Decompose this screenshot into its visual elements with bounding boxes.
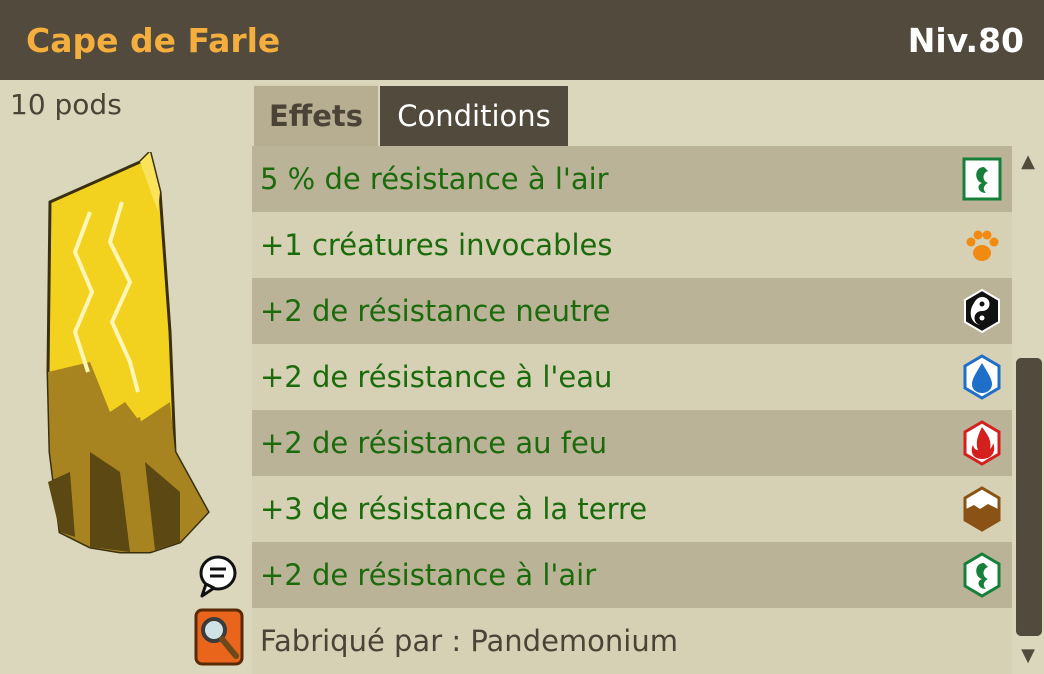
- earth-icon: [962, 485, 1002, 533]
- chat-bubble-icon[interactable]: [196, 554, 240, 600]
- fire-icon: [962, 419, 1002, 467]
- neutral-icon: [962, 287, 1002, 335]
- cape-image: [46, 152, 210, 554]
- water-icon: [962, 353, 1002, 401]
- item-tabs: Effets Conditions: [252, 80, 1044, 146]
- scroll-down-arrow-icon[interactable]: ▼: [1012, 640, 1044, 670]
- effect-row: +3 de résistance à la terre: [252, 476, 1012, 542]
- effect-row: 5 % de résistance à l'air: [252, 146, 1012, 212]
- effect-text: +2 de résistance neutre: [260, 294, 611, 328]
- air-resistance-percent-icon: [962, 155, 1002, 203]
- paw-icon: [962, 221, 1002, 269]
- effect-row: +1 créatures invocables: [252, 212, 1012, 278]
- effect-text: +2 de résistance à l'air: [260, 558, 597, 592]
- crafter-text: Fabriqué par : Pandemonium: [260, 624, 678, 658]
- effect-text: +1 créatures invocables: [260, 228, 613, 262]
- magnifier-button[interactable]: [194, 608, 244, 666]
- effect-text: +3 de résistance à la terre: [260, 492, 648, 526]
- effect-row: +2 de résistance au feu: [252, 410, 1012, 476]
- item-header: Cape de Farle Niv.80: [0, 0, 1044, 80]
- crafter-row: Fabriqué par : Pandemonium: [252, 608, 1012, 674]
- item-weight: 10 pods: [10, 88, 122, 121]
- tab-conditions[interactable]: Conditions: [380, 86, 568, 146]
- effects-scrollbar[interactable]: ▲ ▼: [1012, 146, 1044, 674]
- effect-text: +2 de résistance au feu: [260, 426, 608, 460]
- effect-row: +2 de résistance à l'eau: [252, 344, 1012, 410]
- item-name: Cape de Farle: [26, 20, 281, 60]
- effects-list: 5 % de résistance à l'air +1 créatures i…: [252, 146, 1012, 674]
- tab-effects[interactable]: Effets: [254, 84, 378, 146]
- scroll-thumb[interactable]: [1016, 358, 1042, 636]
- effect-row: +2 de résistance à l'air: [252, 542, 1012, 608]
- scroll-up-arrow-icon[interactable]: ▲: [1012, 146, 1044, 176]
- item-level: Niv.80: [907, 20, 1024, 60]
- air-icon: [962, 551, 1002, 599]
- item-preview-panel: 10 pods: [0, 80, 252, 674]
- effect-text: 5 % de résistance à l'air: [260, 162, 609, 196]
- effect-row: +2 de résistance neutre: [252, 278, 1012, 344]
- effect-text: +2 de résistance à l'eau: [260, 360, 613, 394]
